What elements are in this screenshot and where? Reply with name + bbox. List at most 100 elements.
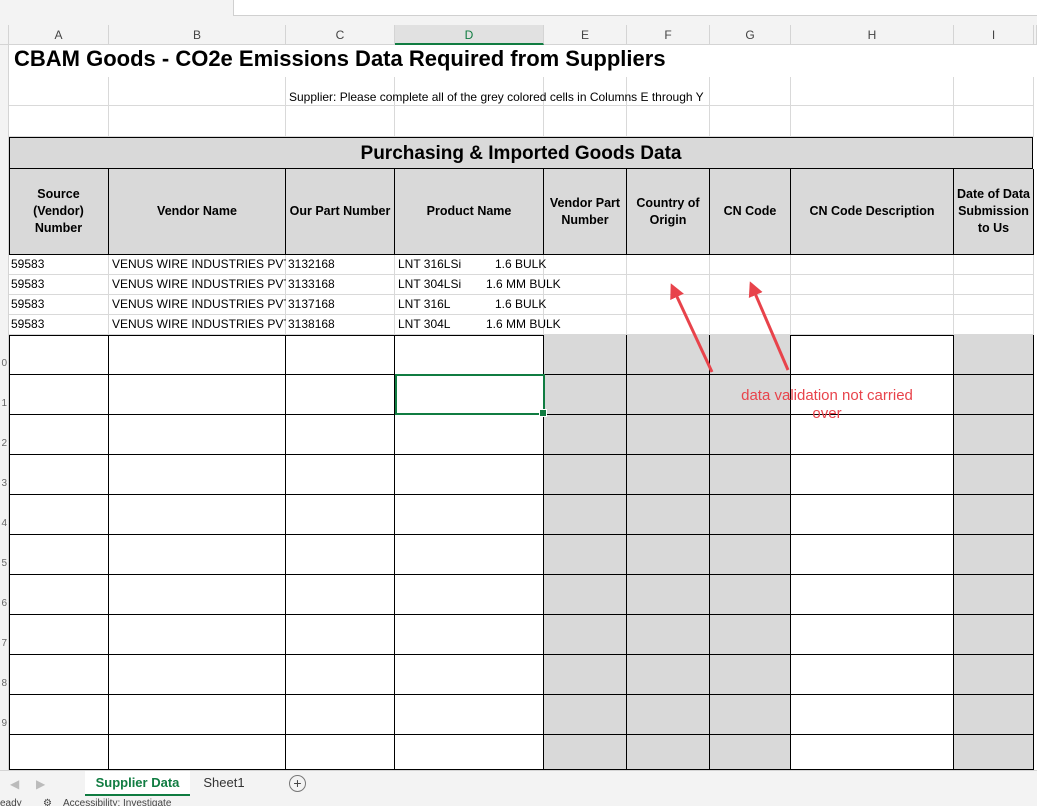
input-cell[interactable] (109, 495, 286, 535)
header-1[interactable]: Source (Vendor) Number (9, 169, 109, 255)
input-cell[interactable] (9, 575, 109, 615)
row-number[interactable]: 1 (0, 398, 7, 409)
input-cell[interactable] (791, 735, 954, 770)
chevron-left-icon[interactable]: ◀ (10, 777, 19, 791)
input-cell[interactable] (710, 535, 791, 575)
row-number[interactable]: 2 (0, 438, 7, 449)
column-header-i[interactable]: I (954, 25, 1034, 45)
input-cell[interactable] (9, 335, 109, 375)
input-cell[interactable] (286, 415, 395, 455)
input-cell[interactable] (791, 615, 954, 655)
input-cell[interactable] (791, 575, 954, 615)
input-cell[interactable] (954, 735, 1034, 770)
input-cell[interactable] (9, 695, 109, 735)
input-cell[interactable] (710, 735, 791, 770)
input-cell[interactable] (954, 535, 1034, 575)
input-cell[interactable] (286, 575, 395, 615)
input-cell[interactable] (791, 495, 954, 535)
cell[interactable] (395, 106, 544, 137)
input-cell[interactable] (710, 455, 791, 495)
input-cell[interactable] (954, 575, 1034, 615)
cell[interactable] (954, 106, 1034, 137)
input-cell[interactable] (954, 695, 1034, 735)
column-header-g[interactable]: G (710, 25, 791, 45)
input-cell[interactable] (286, 615, 395, 655)
input-cell[interactable] (710, 335, 791, 375)
input-cell[interactable] (544, 415, 627, 455)
input-cell[interactable] (791, 655, 954, 695)
input-cell[interactable] (109, 655, 286, 695)
cell[interactable] (544, 106, 627, 137)
table-cell[interactable] (791, 295, 954, 315)
input-cell[interactable] (395, 615, 544, 655)
formula-bar[interactable] (233, 0, 1037, 16)
table-cell[interactable] (791, 255, 954, 275)
input-cell[interactable] (627, 535, 710, 575)
input-cell[interactable] (791, 695, 954, 735)
fill-handle[interactable] (539, 409, 547, 417)
table-cell[interactable] (710, 255, 791, 275)
input-cell[interactable] (286, 335, 395, 375)
selected-cell[interactable] (395, 374, 547, 417)
input-cell[interactable] (9, 535, 109, 575)
input-cell[interactable] (954, 335, 1034, 375)
input-cell[interactable] (710, 495, 791, 535)
input-cell[interactable] (395, 735, 544, 770)
table-cell[interactable] (627, 315, 710, 335)
input-cell[interactable] (9, 415, 109, 455)
input-cell[interactable] (286, 655, 395, 695)
input-cell[interactable] (627, 615, 710, 655)
tab-sheet1[interactable]: Sheet1 (194, 771, 254, 796)
cell[interactable] (954, 77, 1034, 106)
table-cell[interactable] (710, 275, 791, 295)
input-cell[interactable] (710, 655, 791, 695)
input-cell[interactable] (109, 535, 286, 575)
header-3[interactable]: Our Part Number (286, 169, 395, 255)
row-number[interactable]: 9 (0, 718, 7, 729)
table-cell[interactable] (627, 255, 710, 275)
status-accessibility[interactable]: Accessibility: Investigate (63, 796, 171, 806)
cell[interactable] (9, 77, 109, 106)
table-cell[interactable] (791, 315, 954, 335)
column-header-b[interactable]: B (109, 25, 286, 45)
input-cell[interactable] (627, 695, 710, 735)
table-cell[interactable] (954, 315, 1034, 335)
input-cell[interactable] (109, 335, 286, 375)
input-cell[interactable] (109, 575, 286, 615)
input-cell[interactable] (544, 615, 627, 655)
input-cell[interactable] (544, 375, 627, 415)
input-cell[interactable] (710, 695, 791, 735)
header-6[interactable]: Country of Origin (627, 169, 710, 255)
column-header-e[interactable]: E (544, 25, 627, 45)
table-cell[interactable] (627, 275, 710, 295)
input-cell[interactable] (544, 655, 627, 695)
input-cell[interactable] (627, 455, 710, 495)
input-cell[interactable] (395, 695, 544, 735)
row-number[interactable]: 0 (0, 358, 7, 369)
input-cell[interactable] (395, 575, 544, 615)
table-cell[interactable] (710, 295, 791, 315)
column-header-h[interactable]: H (791, 25, 954, 45)
input-cell[interactable] (286, 535, 395, 575)
column-header-f[interactable]: F (627, 25, 710, 45)
input-cell[interactable] (286, 375, 395, 415)
table-cell[interactable] (791, 275, 954, 295)
input-cell[interactable] (544, 575, 627, 615)
chevron-right-icon[interactable]: ▶ (36, 777, 45, 791)
table-cell[interactable] (954, 295, 1034, 315)
cell[interactable] (9, 106, 109, 137)
input-cell[interactable] (109, 615, 286, 655)
header-5[interactable]: Vendor Part Number (544, 169, 627, 255)
row-number[interactable]: 4 (0, 518, 7, 529)
input-cell[interactable] (627, 415, 710, 455)
input-cell[interactable] (710, 575, 791, 615)
input-cell[interactable] (627, 735, 710, 770)
plus-circle-icon[interactable]: + (289, 775, 306, 792)
header-7[interactable]: CN Code (710, 169, 791, 255)
input-cell[interactable] (544, 335, 627, 375)
input-cell[interactable] (9, 455, 109, 495)
input-cell[interactable] (954, 375, 1034, 415)
input-cell[interactable] (9, 655, 109, 695)
input-cell[interactable] (109, 415, 286, 455)
input-cell[interactable] (544, 695, 627, 735)
